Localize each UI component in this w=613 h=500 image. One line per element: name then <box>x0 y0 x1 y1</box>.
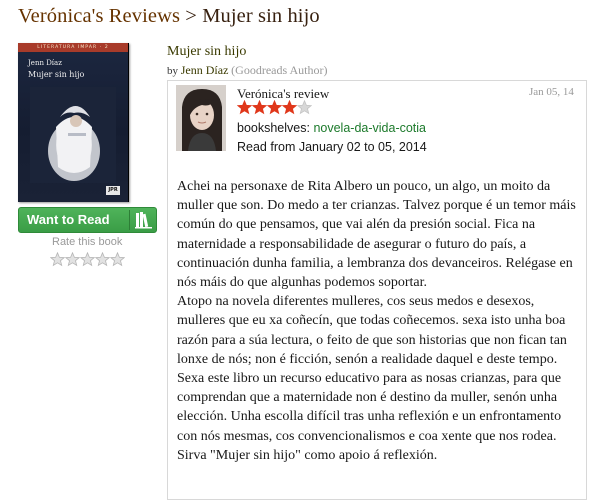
by-label: by <box>167 65 178 77</box>
review-paragraph: Atopo na novela diferentes mulleres, cos… <box>177 294 567 463</box>
review-paragraph: Achei na personaxe de Rita Albero un pou… <box>177 179 576 291</box>
review-rating-stars <box>237 100 312 115</box>
review-date[interactable]: Jan 05, 14 <box>529 86 574 98</box>
want-to-read-button[interactable]: Want to Read <box>18 207 157 233</box>
book-cover[interactable]: LITERATURA IMPAR · 2 Jenn Díaz Mujer sin… <box>18 43 129 202</box>
read-dates: Read from January 02 to 05, 2014 <box>237 140 427 154</box>
goodreads-author-note: (Goodreads Author) <box>231 63 328 77</box>
rate-this-book-label: Rate this book <box>52 236 123 248</box>
cover-title: Mujer sin hijo <box>28 70 85 79</box>
reviewer-photo <box>176 85 226 151</box>
books-icon[interactable] <box>134 211 154 229</box>
rate-star-icon[interactable] <box>50 252 65 267</box>
cover-illustration <box>30 87 116 183</box>
bookshelves: bookshelves: novela-da-vida-cotia <box>237 121 426 135</box>
cover-author: Jenn Díaz <box>28 59 62 67</box>
author-link[interactable]: Jenn Díaz <box>181 63 229 77</box>
rate-star-icon[interactable] <box>65 252 80 267</box>
rate-this-book-stars[interactable] <box>50 252 125 267</box>
cover-publisher-logo: JPR <box>106 186 120 195</box>
breadcrumb-current: Mujer sin hijo <box>202 5 320 27</box>
breadcrumb-separator: > <box>185 5 197 27</box>
want-to-read-label: Want to Read <box>27 212 110 227</box>
author-line: by Jenn Díaz (Goodreads Author) <box>167 63 327 78</box>
breadcrumb-reviews-link[interactable]: Verónica's Reviews <box>18 5 180 27</box>
rate-star-icon[interactable] <box>80 252 95 267</box>
review-star-icon <box>282 100 297 115</box>
review-body: Achei na personaxe de Rita Albero un pou… <box>177 177 579 465</box>
cover-series: LITERATURA IMPAR · 2 <box>18 43 128 52</box>
bookshelves-label: bookshelves: <box>237 121 310 135</box>
want-to-read-divider <box>129 210 130 230</box>
bookshelf-link[interactable]: novela-da-vida-cotia <box>313 121 426 135</box>
review-star-icon <box>297 100 312 115</box>
reviewer-avatar[interactable] <box>176 85 226 151</box>
review-star-icon <box>237 100 252 115</box>
review-star-icon <box>252 100 267 115</box>
review-star-icon <box>267 100 282 115</box>
rate-star-icon[interactable] <box>95 252 110 267</box>
rate-star-icon[interactable] <box>110 252 125 267</box>
breadcrumb: Verónica's Reviews > Mujer sin hijo <box>18 5 320 28</box>
book-title[interactable]: Mujer sin hijo <box>167 44 246 60</box>
